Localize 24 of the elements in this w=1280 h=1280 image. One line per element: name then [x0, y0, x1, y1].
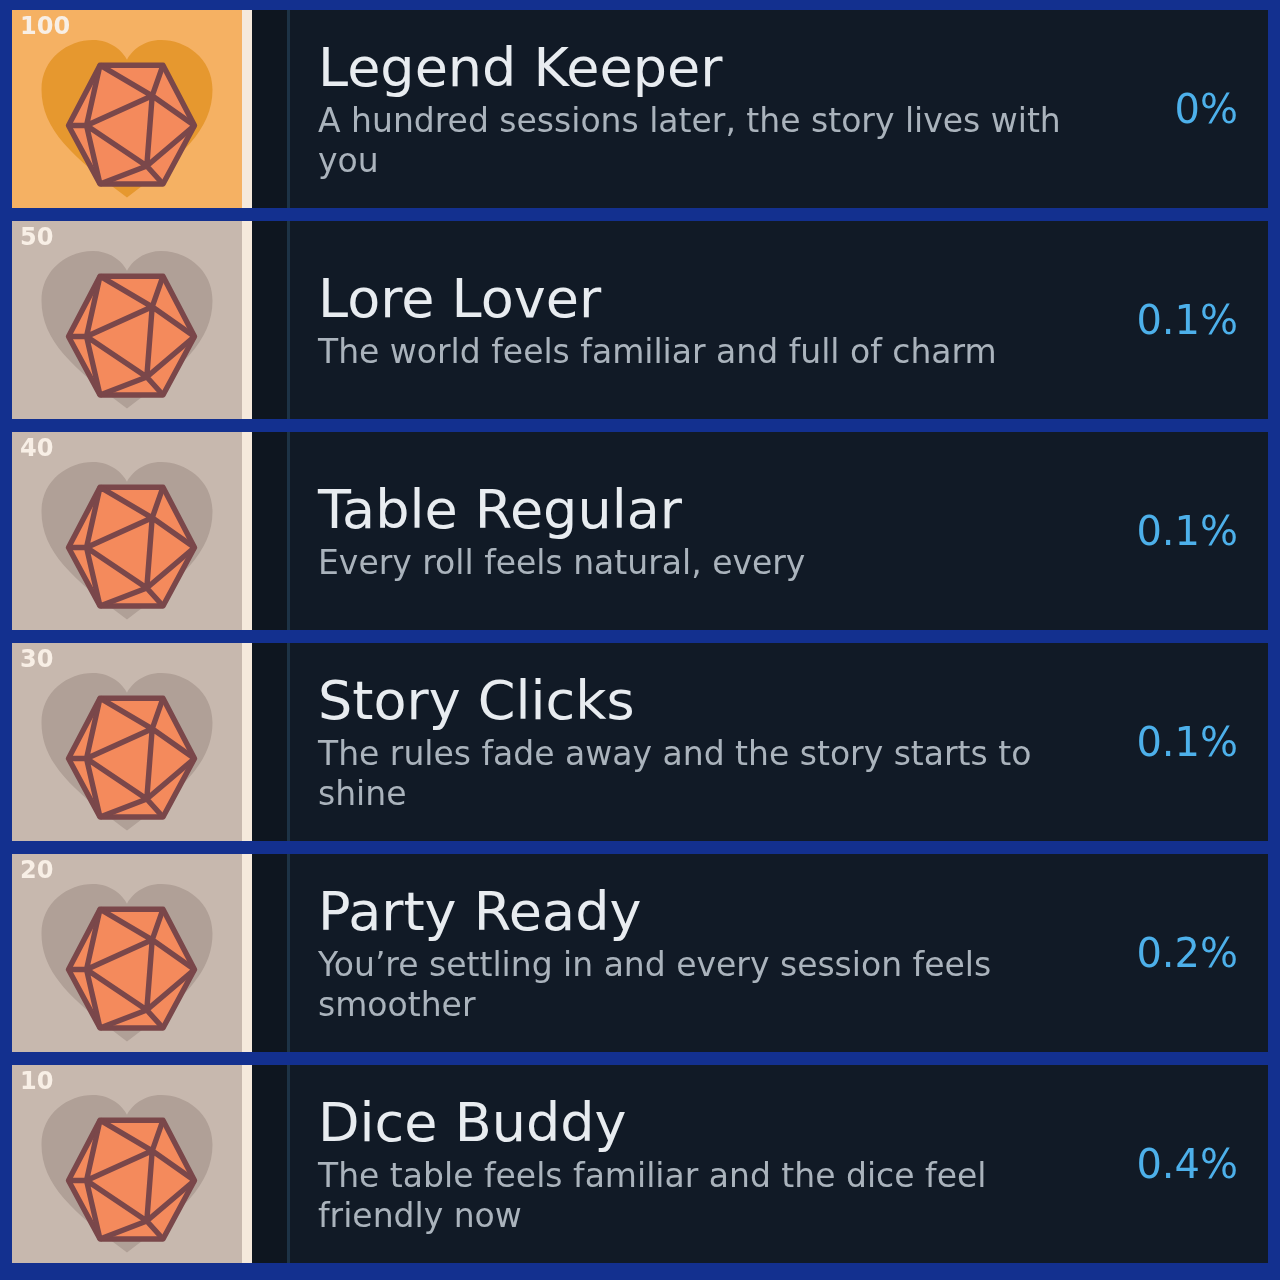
achievement-title: Story Clicks — [318, 670, 636, 733]
achievement-title: Party Ready — [318, 881, 643, 944]
level-number: 100 — [20, 12, 71, 40]
achievement-description: The rules fade away and the story starts to shine — [318, 734, 1033, 814]
achievement-title: Dice Buddy — [318, 1092, 628, 1155]
unlock-percentage: 0.1% — [1135, 719, 1238, 765]
unlock-percentage: 0.4% — [1135, 1141, 1238, 1187]
achievement-description: You’re settling in and every session feels smoother — [318, 945, 993, 1025]
achievement-description: A hundred sessions later, the story lives with you — [318, 101, 1062, 181]
achievement-description: The world feels familiar and full of charm — [318, 332, 998, 372]
unlock-percentage: 0.2% — [1135, 930, 1238, 976]
unlock-percentage: 0.1% — [1135, 297, 1238, 343]
level-number: 20 — [20, 856, 54, 884]
level-number: 10 — [20, 1067, 54, 1095]
level-number: 40 — [20, 434, 54, 462]
unlock-percentage: 0.1% — [1135, 508, 1238, 554]
achievement-title: Table Regular — [318, 479, 683, 542]
achievement-title: Legend Keeper — [318, 37, 724, 100]
level-number: 50 — [20, 223, 54, 251]
level-number: 30 — [20, 645, 54, 673]
achievement-title: Lore Lover — [318, 268, 603, 331]
achievement-description: The table feels familiar and the dice feel friendly now — [318, 1156, 988, 1236]
achievement-description: Every roll feels natural, every — [318, 543, 807, 583]
unlock-percentage: 0% — [1173, 86, 1238, 132]
